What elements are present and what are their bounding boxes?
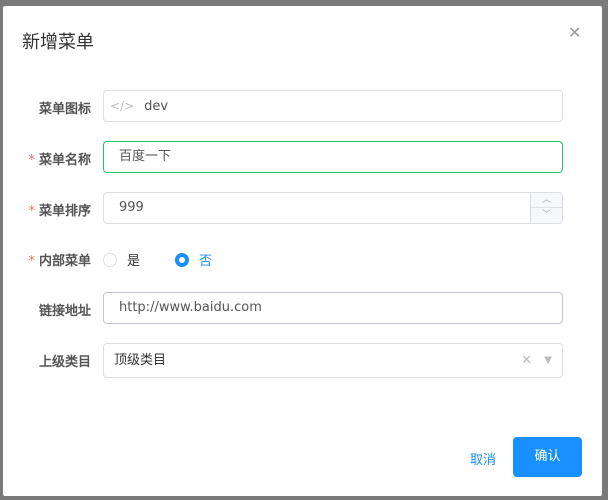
dialog-title: 新增菜单	[22, 32, 94, 53]
link-input[interactable]: http://www.baidu.com	[103, 292, 563, 324]
radio-no-label: 否	[199, 254, 213, 269]
sort-value: 999	[119, 200, 144, 215]
radio-circle-checked[interactable]	[175, 252, 189, 267]
add-menu-dialog: 新增菜单 ✕ 菜单图标 </> dev * 菜单名称 百度一下 * 菜单排序 999 …	[3, 6, 602, 496]
cancel-button[interactable]: 取消	[470, 449, 496, 468]
sort-input[interactable]: 999 ︿ ﹀	[103, 192, 563, 224]
clear-icon[interactable]: ✕	[521, 344, 532, 377]
internal-label: * 内部菜单	[28, 254, 91, 269]
code-icon: </>	[110, 99, 135, 113]
close-icon[interactable]: ✕	[568, 25, 582, 41]
icon-label: 菜单图标	[38, 102, 91, 117]
icon-value: dev	[144, 99, 169, 114]
radio-circle[interactable]	[103, 252, 117, 267]
icon-input[interactable]: </> dev	[103, 90, 563, 122]
confirm-button[interactable]: 确认	[513, 437, 582, 477]
sort-label: * 菜单排序	[28, 204, 91, 219]
dropdown-arrow-icon[interactable]: ▼	[544, 344, 552, 377]
parent-select[interactable]: 顶级类目 ✕ ▼	[103, 343, 563, 378]
name-input[interactable]: 百度一下	[103, 141, 563, 173]
increase-icon[interactable]: ︿	[531, 193, 562, 208]
name-label: * 菜单名称	[28, 153, 91, 168]
link-label: 链接地址	[38, 304, 91, 319]
parent-value: 顶级类目	[114, 353, 167, 368]
radio-no[interactable]: 否	[175, 250, 212, 269]
decrease-icon[interactable]: ﹀	[531, 208, 562, 223]
parent-label: 上级类目	[38, 355, 91, 370]
sort-stepper[interactable]: ︿ ﹀	[530, 193, 562, 223]
radio-yes-label: 是	[127, 254, 141, 269]
radio-yes[interactable]: 是	[103, 250, 140, 269]
